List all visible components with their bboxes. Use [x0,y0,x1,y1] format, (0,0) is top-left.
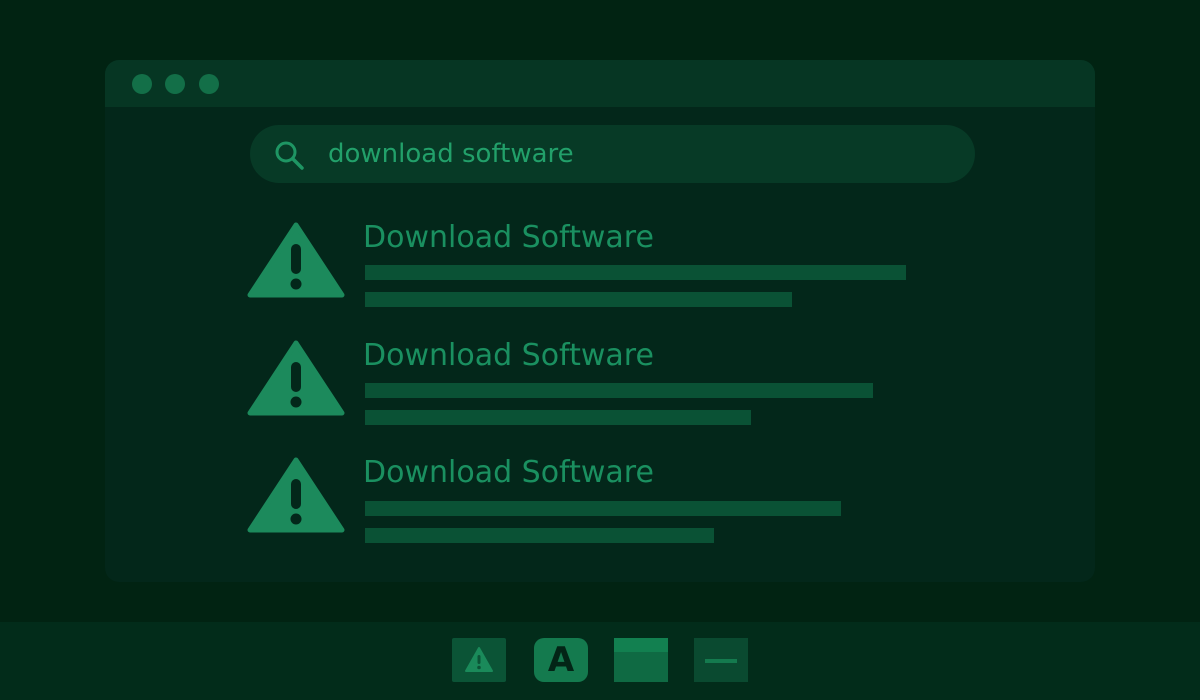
result-snippet-line [365,292,792,307]
minimize-icon [705,659,737,663]
app-a-icon: A [547,640,575,680]
result-title-link[interactable]: Download Software [363,455,654,491]
window-titlebar [105,60,1095,107]
taskbar-warning-button[interactable] [452,638,506,682]
window-minimize-button[interactable] [165,74,185,94]
window-maximize-button[interactable] [199,74,219,94]
result-snippet-line [365,265,906,280]
taskbar-window-button[interactable] [614,638,668,682]
browser-window: Download Software Download Software Down… [105,60,1095,582]
result-snippet-line [365,528,714,543]
result-snippet-line [365,410,751,425]
warning-icon [247,222,345,298]
warning-icon [247,340,345,416]
taskbar: A [0,622,1200,700]
desktop: Download Software Download Software Down… [0,0,1200,700]
taskbar-minimize-button[interactable] [694,638,748,682]
search-result[interactable]: Download Software [247,338,947,438]
taskbar-app-a-button[interactable]: A [534,638,588,682]
warning-icon [247,457,345,533]
search-result[interactable]: Download Software [247,455,947,555]
warning-icon [465,647,493,672]
result-title-link[interactable]: Download Software [363,220,654,256]
result-snippet-line [365,383,873,398]
window-close-button[interactable] [132,74,152,94]
search-bar[interactable] [250,125,975,183]
result-snippet-line [365,501,841,516]
result-title-link[interactable]: Download Software [363,338,654,374]
search-input[interactable] [328,137,928,171]
window-icon [614,638,668,652]
search-icon[interactable] [273,139,305,171]
search-result[interactable]: Download Software [247,220,947,320]
